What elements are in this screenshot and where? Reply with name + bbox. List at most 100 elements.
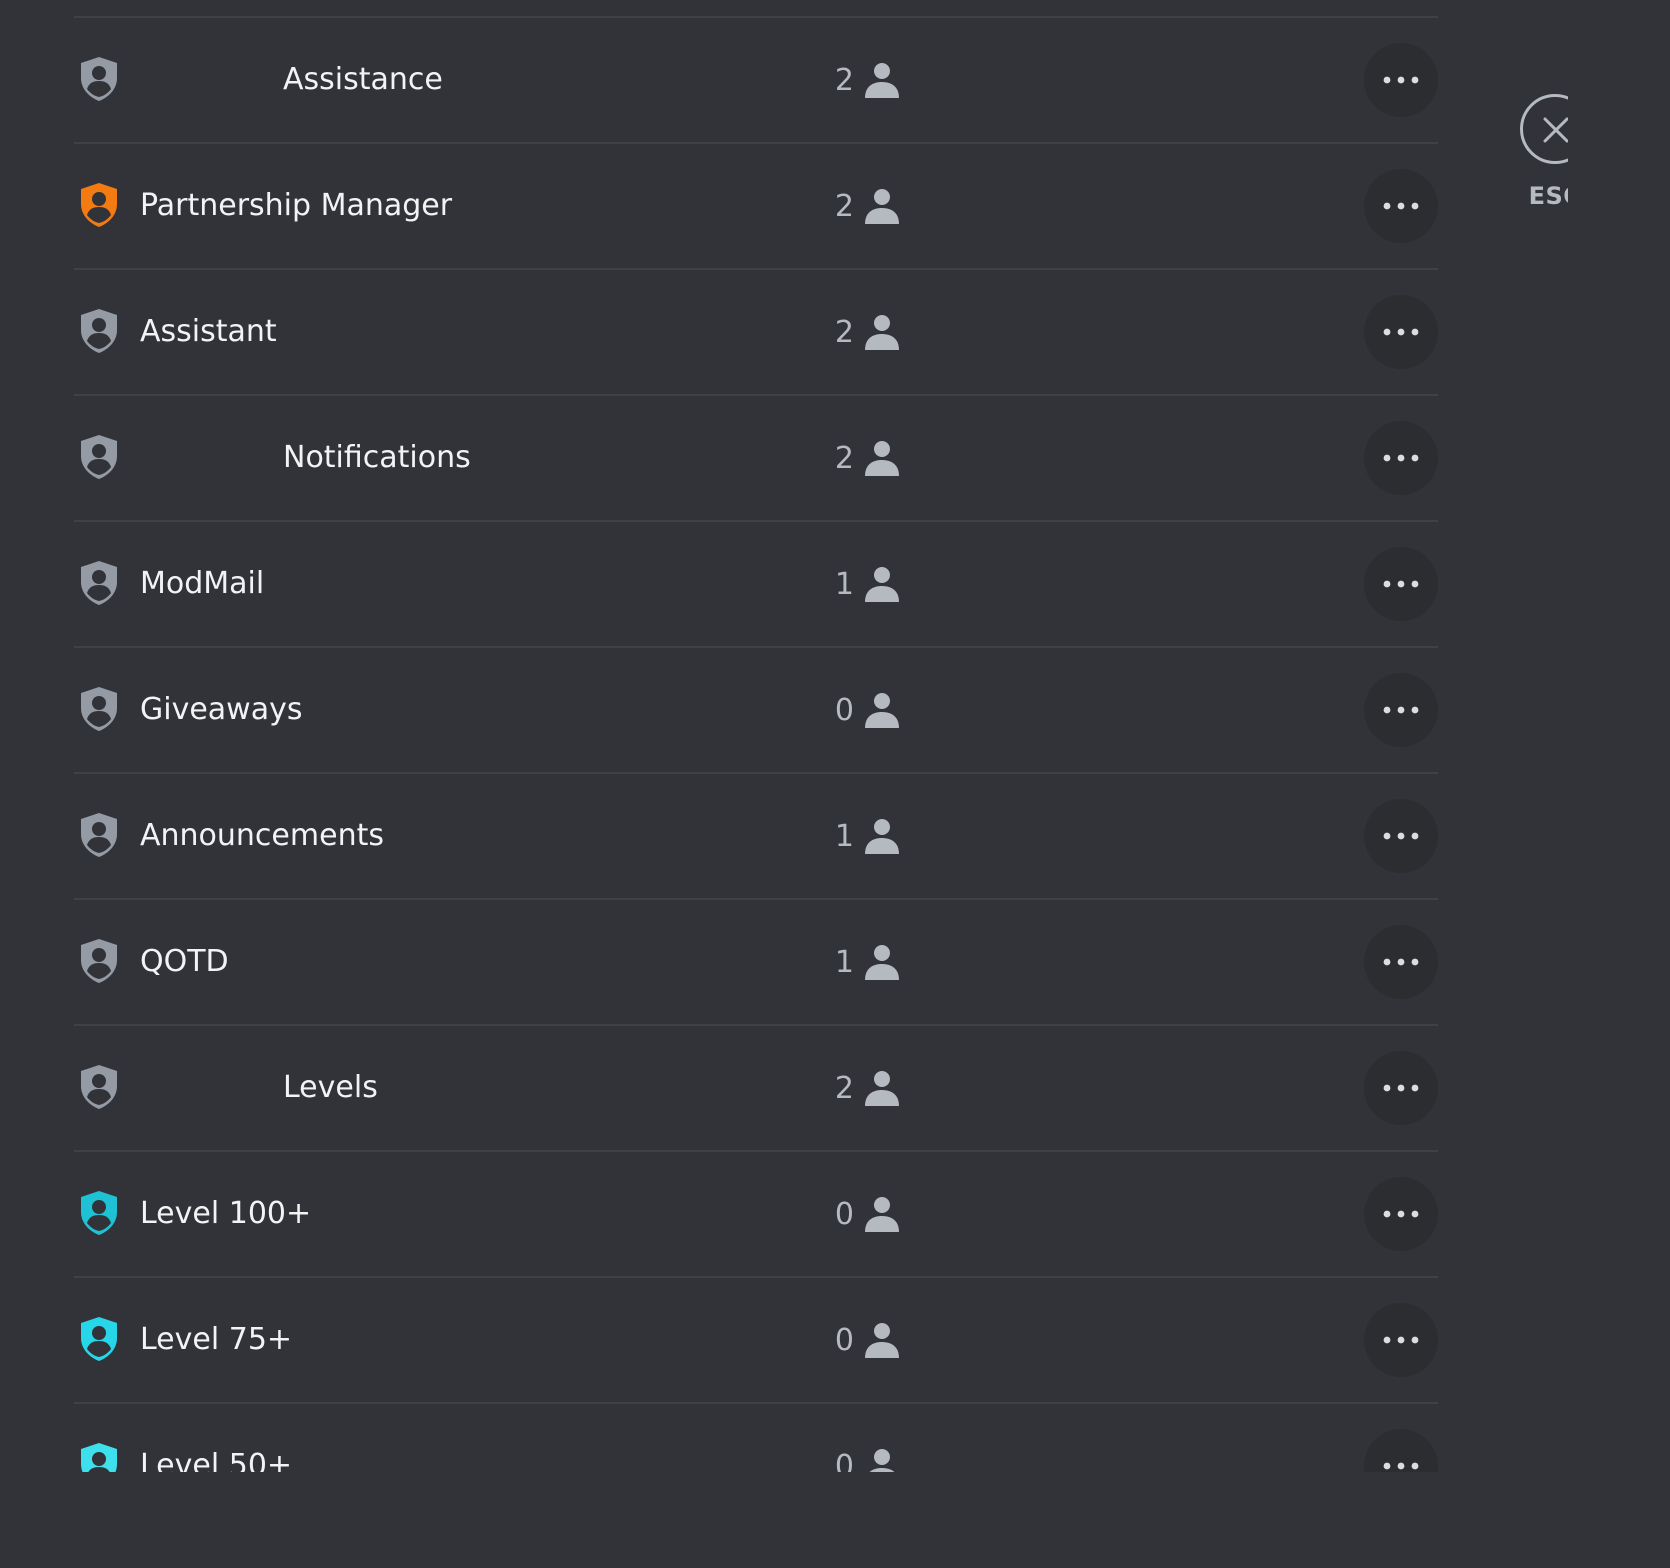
member-count-value: 2 (834, 1070, 854, 1106)
role-row[interactable]: Level 50+ 0 (74, 1402, 1438, 1472)
ellipsis-icon (1383, 454, 1419, 462)
member-count-value: 2 (834, 188, 854, 224)
member-count[interactable]: 0 (826, 1152, 900, 1276)
more-options-button[interactable] (1364, 421, 1438, 495)
close-button[interactable] (1520, 94, 1568, 164)
member-count-value: 2 (834, 440, 854, 476)
more-options-button[interactable] (1364, 925, 1438, 999)
member-count-value: 2 (834, 62, 854, 98)
member-count-value: 1 (834, 566, 854, 602)
ellipsis-icon (1383, 1462, 1419, 1470)
role-name: Assistance (283, 62, 443, 97)
person-icon (869, 1449, 895, 1472)
member-count[interactable]: 2 (826, 144, 900, 268)
member-count-value: 0 (834, 692, 854, 728)
role-row[interactable]: Announcements 1 (74, 772, 1438, 898)
member-count-value: 0 (834, 1322, 854, 1358)
member-count[interactable]: 0 (826, 648, 900, 772)
shield-icon (81, 1317, 117, 1361)
more-options-button[interactable] (1364, 1051, 1438, 1125)
more-options-button[interactable] (1364, 1303, 1438, 1377)
more-options-button[interactable] (1364, 799, 1438, 873)
role-row[interactable]: Assistant 2 (74, 268, 1438, 394)
shield-icon (81, 1065, 117, 1109)
member-count[interactable]: 1 (826, 774, 900, 898)
role-name: Partnership Manager (140, 188, 453, 223)
member-count-value: 0 (834, 1448, 854, 1473)
ellipsis-icon (1383, 958, 1419, 966)
esc-label: ESC (1528, 182, 1568, 210)
role-row[interactable]: Partnership Manager 2 (74, 142, 1438, 268)
person-icon (865, 567, 899, 602)
ellipsis-icon (1383, 1210, 1419, 1218)
role-name: Notifications (283, 440, 471, 475)
person-icon (865, 315, 899, 350)
person-icon (865, 945, 899, 980)
member-count[interactable]: 1 (826, 900, 900, 1024)
role-row[interactable]: Levels 2 (74, 1024, 1438, 1150)
member-count[interactable]: 1 (826, 522, 900, 646)
ellipsis-icon (1383, 328, 1419, 336)
ellipsis-icon (1383, 832, 1419, 840)
member-count-value: 2 (834, 314, 854, 350)
person-icon (865, 63, 899, 98)
ellipsis-icon (1383, 76, 1419, 84)
shield-icon (81, 939, 117, 983)
ellipsis-icon (1383, 1336, 1419, 1344)
role-row[interactable]: QOTD 1 (74, 898, 1438, 1024)
role-name: Level 50+ (140, 1448, 293, 1472)
member-count[interactable]: 0 (826, 1404, 900, 1472)
shield-icon (81, 435, 117, 479)
shield-icon (81, 1191, 117, 1235)
role-row[interactable]: ModMail 1 (74, 520, 1438, 646)
person-icon (865, 819, 899, 854)
more-options-button[interactable] (1364, 1177, 1438, 1251)
person-icon (865, 1071, 899, 1106)
person-icon (865, 189, 899, 224)
member-count-value: 1 (834, 818, 854, 854)
member-count-value: 1 (834, 944, 854, 980)
member-count[interactable]: 2 (826, 396, 900, 520)
close-area: ESC (1520, 94, 1568, 210)
role-name: Giveaways (140, 692, 303, 727)
person-icon (865, 1197, 899, 1232)
role-row[interactable]: Assistance 2 (74, 16, 1438, 142)
more-options-button[interactable] (1364, 169, 1438, 243)
role-row[interactable]: Level 100+ 0 (74, 1150, 1438, 1276)
member-count-value: 0 (834, 1196, 854, 1232)
role-name: ModMail (140, 566, 265, 601)
person-icon (865, 1323, 899, 1358)
shield-icon (81, 183, 117, 227)
shield-icon (81, 1443, 117, 1472)
shield-icon (81, 57, 117, 101)
more-options-button[interactable] (1364, 295, 1438, 369)
member-count[interactable]: 0 (826, 1278, 900, 1402)
shield-icon (81, 687, 117, 731)
more-options-button[interactable] (1364, 1429, 1438, 1472)
person-icon (865, 441, 899, 476)
ellipsis-icon (1383, 202, 1419, 210)
ellipsis-icon (1383, 706, 1419, 714)
role-name: QOTD (140, 944, 229, 979)
role-name: Assistant (140, 314, 277, 349)
close-icon (1543, 117, 1568, 143)
role-row[interactable]: Giveaways 0 (74, 646, 1438, 772)
person-icon (865, 693, 899, 728)
more-options-button[interactable] (1364, 547, 1438, 621)
shield-icon (81, 309, 117, 353)
member-count[interactable]: 2 (826, 270, 900, 394)
ellipsis-icon (1383, 580, 1419, 588)
role-row[interactable]: Notifications 2 (74, 394, 1438, 520)
more-options-button[interactable] (1364, 673, 1438, 747)
more-options-button[interactable] (1364, 43, 1438, 117)
roles-settings-page: Assistance 2 Partnership Manager 2 Assistant… (0, 0, 1568, 1472)
shield-icon (81, 813, 117, 857)
role-name: Level 100+ (140, 1196, 312, 1231)
shield-icon (81, 561, 117, 605)
ellipsis-icon (1383, 1084, 1419, 1092)
member-count[interactable]: 2 (826, 18, 900, 142)
role-list: Assistance 2 Partnership Manager 2 Assistant… (74, 16, 1438, 1472)
role-row[interactable]: Level 75+ 0 (74, 1276, 1438, 1402)
member-count[interactable]: 2 (826, 1026, 900, 1150)
role-name: Announcements (140, 818, 384, 853)
